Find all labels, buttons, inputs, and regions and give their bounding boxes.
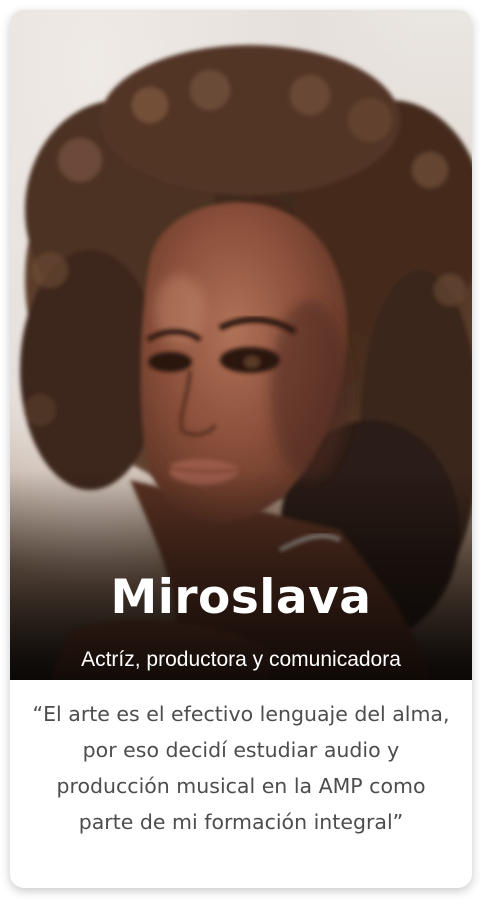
profile-photo: Miroslava Actríz, productora y comunicad… [10,10,472,680]
testimonial-quote: “El arte es el efectivo lenguaje del alm… [32,702,450,834]
testimonial-card: Miroslava Actríz, productora y comunicad… [10,10,472,888]
person-name: Miroslava [110,570,372,625]
person-role: Actríz, productora y comunicadora [81,648,401,671]
